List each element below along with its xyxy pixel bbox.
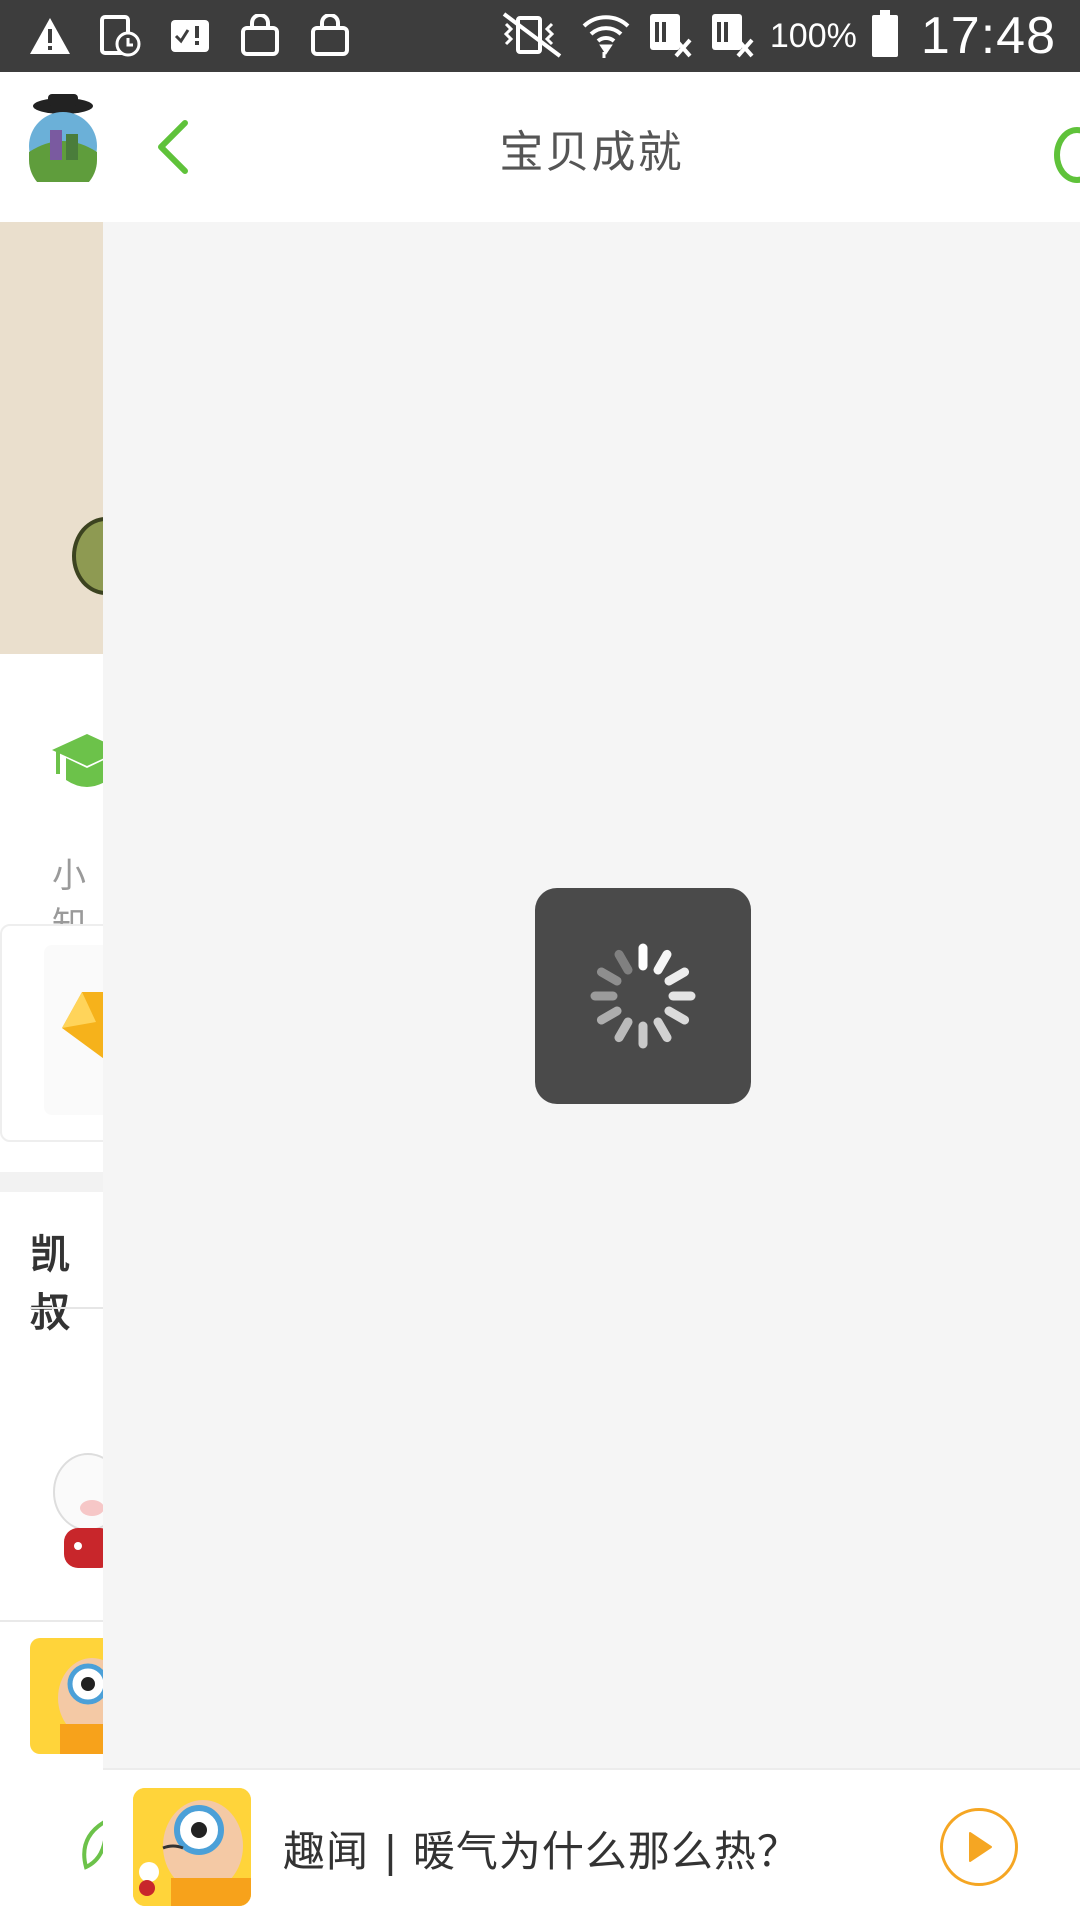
spinner-icon (590, 943, 696, 1049)
mini-player[interactable]: 趣闻 | 暖气为什么那么热？ (103, 1768, 1080, 1922)
checklist-icon (168, 14, 212, 58)
graduation-cap-icon (52, 724, 103, 808)
player-title: 趣闻 | 暖气为什么那么热？ (283, 1827, 800, 1876)
divider (0, 1620, 103, 1622)
play-icon (969, 1832, 992, 1862)
sheep-mascot-image (48, 1448, 103, 1578)
vibrate-icon (496, 10, 566, 62)
wifi-icon (580, 8, 632, 64)
status-time: 17:48 (920, 7, 1056, 65)
divider (30, 1307, 103, 1309)
leaf-icon (78, 1817, 103, 1881)
bag-icon (238, 14, 282, 58)
player-thumbnail[interactable] (133, 1788, 251, 1906)
warning-icon (28, 14, 72, 58)
section-title: 凯叔 (30, 1232, 70, 1336)
battery-percentage: 100% (769, 16, 857, 55)
background-page: 小知 凯叔 (0, 72, 103, 1920)
sim-off-icon (708, 8, 756, 64)
banner-image[interactable] (0, 222, 103, 654)
sim-off-icon (646, 8, 694, 64)
status-right-icons: 100% 17:48 (496, 0, 1056, 72)
section-divider (0, 1172, 103, 1192)
page-title: 宝贝成就 (499, 127, 684, 178)
status-left-icons (28, 10, 352, 62)
battery-icon (871, 10, 899, 62)
play-button[interactable] (940, 1808, 1018, 1886)
user-avatar[interactable] (22, 90, 103, 194)
story-thumbnail[interactable] (30, 1638, 103, 1754)
bag-icon (308, 14, 352, 58)
page-header: 宝贝成就 (103, 72, 1080, 222)
banner-character-image (72, 517, 103, 595)
clock-icon (98, 14, 142, 58)
gem-icon (62, 992, 103, 1076)
status-bar: 100% 17:48 (0, 0, 1080, 72)
loading-indicator (535, 888, 751, 1104)
